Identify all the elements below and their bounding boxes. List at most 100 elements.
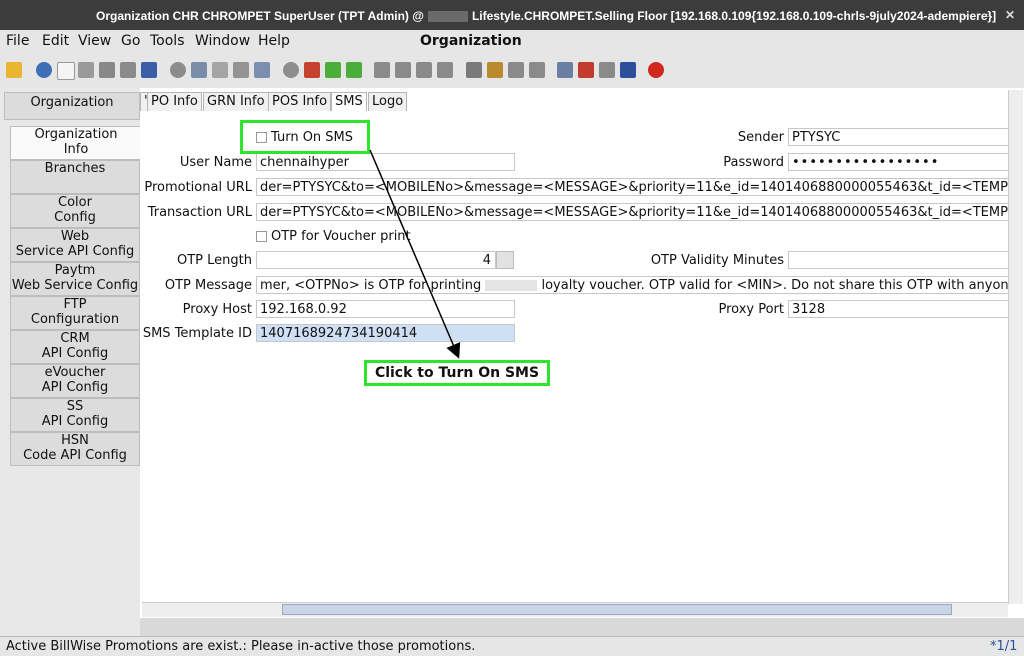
tab-grn-info[interactable]: GRN Info (203, 92, 269, 111)
otp-message-text-end: loyalty voucher. OTP valid for <MIN>. Do… (541, 278, 1010, 293)
last-record-icon[interactable] (437, 62, 453, 78)
sidebar-item-paytm-web-service-config[interactable]: Paytm Web Service Config (10, 262, 140, 296)
next-record-icon[interactable] (416, 62, 432, 78)
exit-icon[interactable] (648, 62, 664, 78)
report-icon[interactable] (466, 62, 482, 78)
delete-selection-icon[interactable] (120, 62, 136, 78)
sidebar-item-label: Organization (34, 127, 118, 142)
otp-length-field[interactable]: 4 (256, 251, 496, 269)
window-title-prefix: Organization CHR CHROMPET SuperUser (TPT… (96, 9, 424, 23)
tab-sms[interactable]: SMS (331, 92, 367, 111)
sender-field[interactable]: PTYSYC (788, 128, 1010, 146)
transaction-url-field[interactable]: der=PTYSYC&to=<MOBILENo>&message=<MESSAG… (256, 203, 1010, 221)
checkbox-box[interactable] (256, 231, 267, 242)
close-window-button[interactable]: ✕ (1002, 7, 1018, 23)
sidebar-item-organization-info[interactable]: Organization Info (10, 126, 141, 160)
zoom-across-icon[interactable] (557, 62, 573, 78)
menu-edit[interactable]: Edit (42, 33, 69, 49)
user-name-label: User Name (179, 155, 252, 170)
history-icon[interactable] (254, 62, 270, 78)
refresh-icon[interactable] (170, 62, 186, 78)
window-titlebar: Organization CHR CHROMPET SuperUser (TPT… (0, 0, 1024, 30)
otp-length-stepper[interactable] (496, 251, 514, 269)
minimize-button[interactable]: – (958, 7, 974, 23)
sidebar-item-label: Paytm (54, 263, 96, 278)
sidebar-item-color-config[interactable]: Color Config (10, 194, 140, 228)
sidebar-item-crm-api-config[interactable]: CRM API Config (10, 330, 140, 364)
sms-template-id-label: SMS Template ID (142, 326, 252, 341)
menu-file[interactable]: File (6, 33, 29, 49)
save-icon[interactable] (141, 62, 157, 78)
print-icon[interactable] (529, 62, 545, 78)
sidebar-item-sublabel: Info (63, 142, 89, 157)
first-record-icon[interactable] (374, 62, 390, 78)
proxy-host-field[interactable]: 192.168.0.92 (256, 300, 515, 318)
menu-view[interactable]: View (78, 33, 111, 49)
request-icon[interactable] (578, 62, 594, 78)
sidebar-item-sublabel: API Config (41, 414, 109, 429)
sidebar-item-label: Organization (30, 95, 114, 110)
otp-message-label: OTP Message (164, 278, 252, 293)
record-indicator[interactable]: *1/1 (990, 639, 1017, 654)
new-icon[interactable] (57, 62, 75, 80)
undo-icon[interactable] (6, 62, 22, 78)
tab-logo[interactable]: Logo (368, 92, 408, 111)
sidebar-item-sublabel: API Config (41, 380, 109, 395)
status-message: Active BillWise Promotions are exist.: P… (6, 639, 476, 654)
menu-window[interactable]: Window (195, 33, 250, 49)
sms-template-id-field[interactable]: 1407168924734190414 (256, 324, 515, 342)
menu-tools[interactable]: Tools (150, 33, 185, 49)
forward-icon[interactable] (346, 62, 362, 78)
help-icon[interactable] (36, 62, 52, 78)
sidebar-item-label: CRM (60, 331, 90, 346)
home-icon[interactable] (304, 62, 320, 78)
sidebar-item-organization[interactable]: Organization (4, 92, 140, 120)
sidebar-item-sublabel: Config (54, 210, 96, 225)
sidebar-item-label: HSN (61, 433, 89, 448)
horizontal-scrollbar[interactable] (142, 602, 1008, 617)
vertical-scrollbar[interactable] (1008, 90, 1023, 604)
find-icon[interactable] (191, 62, 207, 78)
back-icon[interactable] (325, 62, 341, 78)
otp-validity-field[interactable] (788, 251, 1010, 269)
sidebar-item-label: FTP (63, 297, 87, 312)
archive-icon[interactable] (487, 62, 503, 78)
sidebar-item-evoucher-api-config[interactable]: eVoucher API Config (10, 364, 140, 398)
sidebar-item-hsn-code-api-config[interactable]: HSN Code API Config (10, 432, 140, 466)
delete-icon[interactable] (99, 62, 115, 78)
menu-go[interactable]: Go (121, 33, 140, 49)
otp-validity-label: OTP Validity Minutes (650, 253, 784, 268)
tab-pos-info[interactable]: POS Info (268, 92, 332, 111)
sidebar-item-ftp-configuration[interactable]: FTP Configuration (10, 296, 140, 330)
sidebar-item-sublabel: Code API Config (23, 448, 127, 463)
turn-on-sms-highlight (240, 120, 370, 154)
tab-po-info[interactable]: PO Info (147, 92, 202, 111)
print-preview-icon[interactable] (508, 62, 524, 78)
otp-message-field[interactable]: mer, <OTPNo> is OTP for printing loyalty… (256, 276, 1010, 294)
attachment-icon[interactable] (212, 62, 228, 78)
password-field[interactable]: ••••••••••••••••• (788, 153, 1010, 171)
menu-help[interactable]: Help (258, 33, 290, 49)
chat-icon[interactable] (233, 62, 249, 78)
otp-voucher-checkbox[interactable]: OTP for Voucher print (256, 229, 411, 244)
user-name-field[interactable]: chennaihyper (256, 153, 515, 171)
copy-icon[interactable] (78, 62, 94, 78)
password-label: Password (723, 155, 784, 170)
sidebar-item-label: SS (66, 399, 84, 414)
toolbar (0, 54, 1024, 89)
sidebar-item-branches[interactable]: Branches (10, 160, 140, 194)
redacted-text (427, 11, 468, 23)
sidebar-item-label: Branches (44, 161, 106, 176)
sender-label: Sender (737, 130, 784, 145)
promotional-url-field[interactable]: der=PTYSYC&to=<MOBILENo>&message=<MESSAG… (256, 178, 1010, 196)
scroll-thumb[interactable] (282, 604, 952, 615)
proxy-port-field[interactable]: 3128 (788, 300, 1010, 318)
product-info-icon[interactable] (599, 62, 615, 78)
workflow-icon[interactable] (620, 62, 636, 78)
maximize-button[interactable]: ▫ (980, 7, 996, 23)
sidebar-item-ss-api-config[interactable]: SS API Config (10, 398, 140, 432)
menu-icon[interactable] (283, 62, 299, 78)
previous-record-icon[interactable] (395, 62, 411, 78)
window-title: Organization CHR CHROMPET SuperUser (TPT… (96, 9, 996, 23)
sidebar-item-web-service-api-config[interactable]: Web Service API Config (10, 228, 140, 262)
